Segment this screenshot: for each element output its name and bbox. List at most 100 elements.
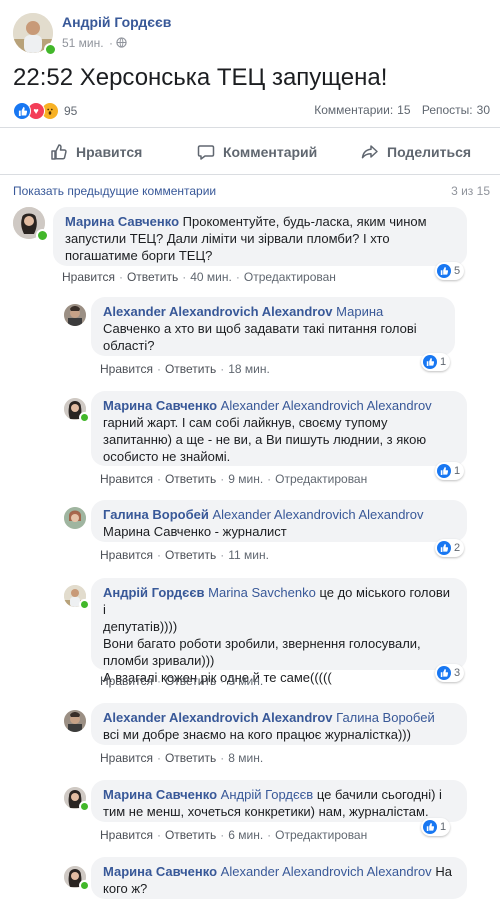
comments-label[interactable]: Комментарии:	[314, 103, 393, 117]
comment-author[interactable]: Марина Савченко	[103, 398, 217, 413]
avatar-photo	[64, 507, 86, 529]
comment-like-badge[interactable]: 1	[435, 462, 465, 480]
online-status-dot	[79, 412, 90, 423]
comment-button-label: Комментарий	[223, 144, 318, 160]
share-button[interactable]: Поделиться	[361, 141, 471, 163]
like-reaction-icon	[437, 541, 451, 555]
comment-mention[interactable]: Marina Savchenko	[208, 585, 316, 600]
online-status-dot	[79, 801, 90, 812]
comments-count[interactable]: 15	[397, 103, 410, 117]
like-reaction-icon	[437, 666, 451, 680]
comment-like-badge[interactable]: 1	[421, 353, 451, 371]
reply-avatar[interactable]	[64, 710, 86, 732]
comment-author[interactable]: Марина Савченко	[103, 787, 217, 802]
comment-like-badge[interactable]: 2	[435, 539, 465, 557]
comment-bubble: Alexander Alexandrovich Alexandrov Марин…	[91, 297, 455, 356]
comment-like-link[interactable]: Нравится	[100, 362, 153, 376]
comment-actions: Нравится · Ответить · 6 мин. · Отредактиров…	[100, 828, 368, 842]
like-reaction-icon	[437, 464, 451, 478]
shares-label[interactable]: Репосты:	[422, 103, 473, 117]
post-author-name[interactable]: Андрій Гордєєв	[62, 14, 171, 30]
online-status-dot	[79, 599, 90, 610]
shares-count[interactable]: 30	[477, 103, 490, 117]
comment-reply-link[interactable]: Ответить	[127, 270, 178, 284]
reactions-summary[interactable]: ♥ 95	[13, 101, 77, 121]
share-icon	[361, 145, 378, 159]
comment-like-link[interactable]: Нравится	[100, 828, 153, 842]
comment-time[interactable]: 6 мин.	[228, 828, 263, 842]
comment-reply-link[interactable]: Ответить	[165, 751, 216, 765]
comment-like-count: 1	[454, 465, 461, 477]
comment-like-link[interactable]: Нравится	[62, 270, 115, 284]
comment-text-line: гарний жарт. І сам собі лайкнув, своєму …	[103, 415, 388, 430]
comment-mention[interactable]: Alexander Alexandrovich Alexandrov	[221, 864, 432, 879]
comment-like-badge[interactable]: 1	[421, 818, 451, 836]
comment-text-line: Вони багато роботи зробили, звернення го…	[103, 636, 421, 651]
comment-reply-link[interactable]: Ответить	[165, 548, 216, 562]
show-previous-comments-link[interactable]: Показать предыдущие комментарии	[13, 184, 216, 198]
reply-avatar[interactable]	[64, 507, 86, 529]
comment-time[interactable]: 18 мин.	[228, 362, 270, 376]
comment-like-count: 5	[454, 265, 461, 277]
reply-avatar[interactable]	[64, 304, 86, 326]
comment-time[interactable]: 11 мин.	[228, 548, 269, 562]
comment-text-line: запитанню) а ще - не ви, а Ви пишуть люд…	[103, 432, 427, 447]
comment-like-link[interactable]: Нравится	[100, 674, 153, 688]
comment-actions: Нравится · Ответить · 40 мин. · Отредактиро…	[62, 270, 336, 284]
comment-time[interactable]: 9 мин.	[228, 674, 263, 688]
post-stats[interactable]: Комментарии: 15 Репосты: 30	[310, 103, 490, 117]
comment-time[interactable]: 9 мин.	[228, 472, 263, 486]
comment-time[interactable]: 40 мин.	[190, 270, 232, 284]
comment-like-badge[interactable]: 3	[435, 664, 465, 682]
comment-author[interactable]: Галина Воробей	[103, 507, 209, 522]
comment-reply-link[interactable]: Ответить	[165, 362, 216, 376]
comment-mention[interactable]: Андрій Гордєєв	[221, 787, 314, 802]
comment-button[interactable]: Комментарий	[197, 141, 317, 163]
comment-author[interactable]: Alexander Alexandrovich Alexandrov	[103, 710, 333, 725]
comment-text-line: пломби зривали)))	[103, 653, 215, 668]
comment-edited-label[interactable]: Отредактирован	[275, 828, 367, 842]
like-reaction-icon	[423, 820, 437, 834]
comment-author[interactable]: Марина Савченко	[65, 214, 179, 229]
globe-icon	[116, 37, 127, 48]
comment-mention[interactable]: Галина Воробей	[336, 710, 435, 725]
thumbs-up-icon	[51, 144, 67, 160]
comment-edited-label[interactable]: Отредактирован	[275, 472, 367, 486]
comment-icon	[197, 145, 215, 160]
comment-bubble: Марина Савченко Alexander Alexandrovich …	[91, 857, 467, 899]
comment-mention[interactable]: Alexander Alexandrovich Alexandrov	[212, 507, 423, 522]
online-status-dot	[79, 880, 90, 891]
comment-like-link[interactable]: Нравится	[100, 472, 153, 486]
comment-mention[interactable]: Alexander Alexandrovich Alexandrov	[221, 398, 432, 413]
divider-top	[0, 127, 500, 128]
comment-text-line: Савченко а хто ви щоб задавати такі пита…	[103, 321, 417, 336]
comment-like-link[interactable]: Нравится	[100, 548, 153, 562]
comment-like-badge[interactable]: 5	[435, 262, 465, 280]
like-button-label: Нравится	[76, 144, 143, 160]
post-time-text[interactable]: 51 мин.	[62, 36, 104, 50]
comment-text-line: кого ж?	[103, 881, 148, 896]
comment-mention[interactable]: Марина	[336, 304, 383, 319]
comment-like-link[interactable]: Нравится	[100, 751, 153, 765]
share-button-label: Поделиться	[387, 144, 472, 160]
comment-reply-link[interactable]: Ответить	[165, 828, 216, 842]
post-timestamp[interactable]: 51 мин. ·	[62, 36, 127, 50]
comment-text-line: погашатиме борги ТЕЦ?	[65, 248, 213, 263]
comment-text-line: депутатів))))	[103, 619, 178, 634]
like-button[interactable]: Нравится	[50, 141, 142, 163]
comment-actions: Нравится · Ответить · 9 мин.	[100, 674, 264, 688]
comment-time[interactable]: 8 мин.	[228, 751, 263, 765]
comment-author[interactable]: Alexander Alexandrovich Alexandrov	[103, 304, 333, 319]
comment-reply-link[interactable]: Ответить	[165, 472, 216, 486]
comment-like-count: 2	[454, 542, 461, 554]
comment-edited-label[interactable]: Отредактирован	[244, 270, 336, 284]
comment-author[interactable]: Андрій Гордєєв	[103, 585, 205, 600]
like-reaction-icon	[13, 102, 31, 120]
comment-author[interactable]: Марина Савченко	[103, 864, 217, 879]
avatar-photo	[64, 304, 86, 326]
comment-like-count: 1	[440, 821, 447, 833]
comment-reply-link[interactable]: Ответить	[165, 674, 216, 688]
comment-text-line: Марина Савченко - журналист	[103, 524, 287, 539]
divider-bottom	[0, 174, 500, 175]
avatar-photo	[64, 710, 86, 732]
